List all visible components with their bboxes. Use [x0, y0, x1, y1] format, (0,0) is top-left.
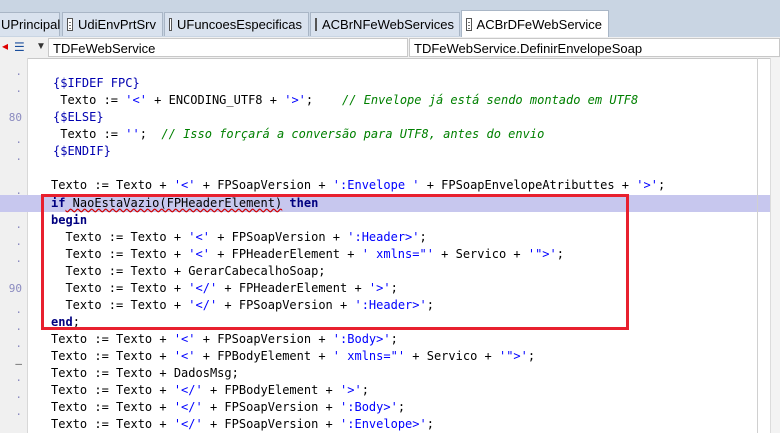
line-number-90: 90 [8, 282, 22, 295]
gutter-dot: · [15, 85, 22, 98]
gutter-dot: · [15, 136, 22, 149]
tab-uprincipal[interactable]: UPrincipal [0, 12, 60, 36]
code-line: Texto := Texto + '</' + FPBodyElement + … [51, 383, 369, 397]
gutter-dot: · [15, 306, 22, 319]
line-number-80: 80 [8, 111, 22, 124]
unit-file-icon [169, 18, 172, 31]
editor-tab-bar: UPrincipal UdiEnvPrtSrv UFuncoesEspecifi… [0, 0, 780, 38]
tab-label: UPrincipal [1, 17, 61, 32]
code-line: Texto := ''; // Isso forçará a conversão… [53, 127, 545, 141]
code-line: Texto := Texto + '</' + FPSoapVersion + … [51, 400, 406, 414]
gutter-dot: · [15, 221, 22, 234]
method-combo-value: TDFeWebService.DefinirEnvelopeSoap [414, 41, 643, 56]
class-combo[interactable]: TDFeWebService [48, 38, 408, 57]
tab-label: UFuncoesEspecificas [177, 17, 302, 32]
code-line: Texto := '<' + ENCODING_UTF8 + '>'; // E… [53, 93, 639, 107]
right-margin-guide [757, 58, 758, 433]
unit-file-icon [466, 17, 472, 31]
tab-label: UdiEnvPrtSrv [77, 17, 156, 32]
gutter-dot: · [15, 238, 22, 251]
structure-icon[interactable]: ☰ [14, 40, 25, 54]
method-combo[interactable]: TDFeWebService.DefinirEnvelopeSoap [409, 38, 780, 57]
gutter-dot: · [15, 323, 22, 336]
gutter-dot: · [15, 408, 22, 421]
unit-file-icon [315, 18, 317, 31]
chevron-down-icon[interactable]: ▼ [36, 41, 46, 52]
gutter-dot: · [15, 391, 22, 404]
tab-acbrnfewebservices[interactable]: ACBrNFeWebServices [310, 12, 460, 36]
tab-label: ACBrDFeWebService [476, 16, 602, 32]
gutter-dash: – [15, 357, 22, 370]
gutter-dot: · [15, 68, 22, 81]
tab-ufuncoesespecificas[interactable]: UFuncoesEspecificas [164, 12, 309, 36]
class-combo-value: TDFeWebService [53, 41, 156, 56]
code-line: {$ELSE} [53, 110, 104, 124]
tab-acbrdfewebservice[interactable]: ACBrDFeWebService [461, 10, 609, 37]
tab-label: ACBrNFeWebServices [322, 17, 454, 32]
code-line: Texto := Texto + '<' + FPSoapVersion + '… [51, 332, 398, 346]
unit-file-icon [67, 18, 73, 31]
code-line: {$ENDIF} [53, 144, 111, 158]
line-number-gutter: · · 80 · · · 85 · · · 90 · · · – · · · [0, 58, 28, 433]
code-line: Texto := Texto + '<' + FPSoapVersion + '… [51, 178, 666, 192]
code-line: Texto := Texto + '<' + FPBodyElement + '… [51, 349, 536, 363]
gutter-dot: · [15, 340, 22, 353]
tab-udienvprtsrv[interactable]: UdiEnvPrtSrv [62, 12, 163, 36]
code-line: Texto := Texto + DadosMsg; [51, 366, 239, 380]
gutter-dot: · [15, 374, 22, 387]
gutter-dot: · [15, 255, 22, 268]
code-line: Texto := Texto + '</' + FPSoapVersion + … [51, 417, 434, 431]
vertical-scrollbar[interactable] [770, 58, 780, 433]
code-line: {$IFDEF FPC} [53, 76, 140, 90]
gutter-dot: · [15, 153, 22, 166]
highlight-annotation-box [41, 194, 629, 330]
navigation-toolbar: ◂ ☰ ▼ TDFeWebService TDFeWebService.Defi… [0, 37, 780, 59]
left-arrow-icon[interactable]: ◂ [2, 39, 8, 53]
